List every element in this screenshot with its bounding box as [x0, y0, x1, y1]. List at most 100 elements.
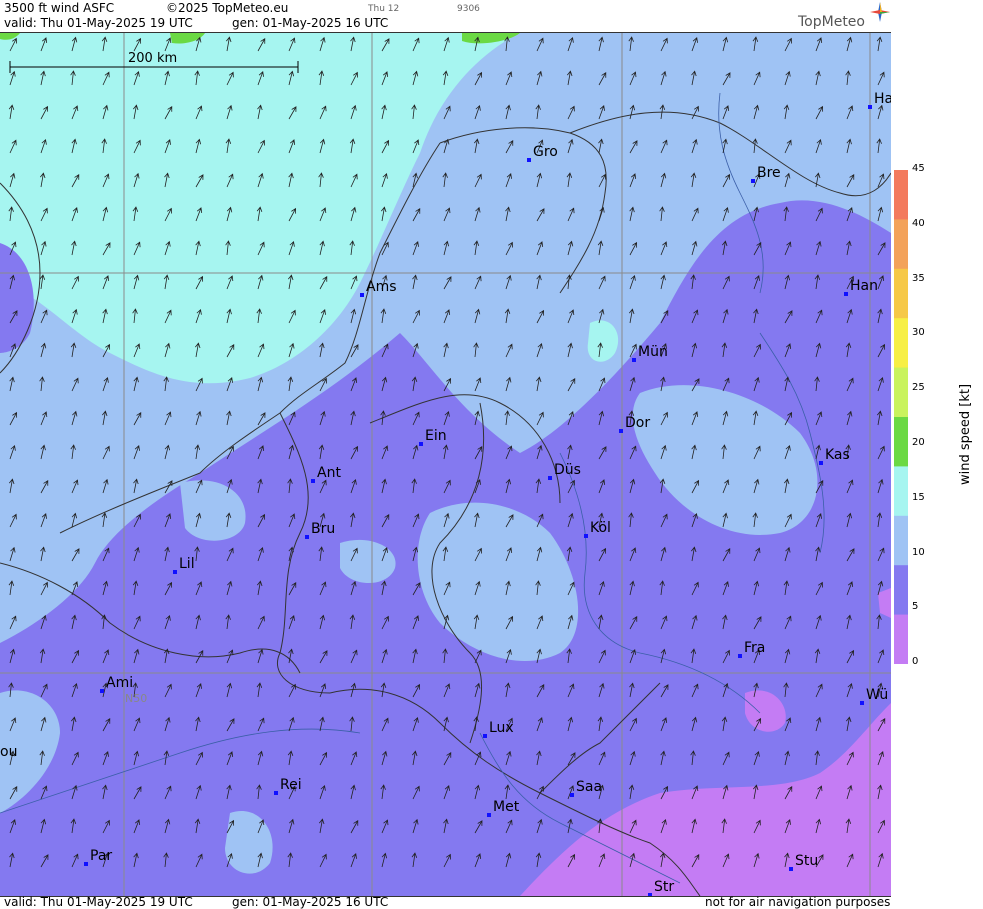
city-marker[interactable]: Stu — [789, 853, 818, 871]
city-dot — [789, 867, 793, 871]
legend-swatch — [894, 466, 908, 517]
city-marker[interactable]: Saa — [570, 779, 602, 797]
city-dot — [360, 293, 364, 297]
legend-tick-label: 20 — [912, 437, 925, 448]
city-marker[interactable]: Gro — [527, 144, 558, 162]
city-label: Düs — [554, 462, 581, 478]
city-marker[interactable]: Lux — [483, 720, 514, 738]
city-dot — [844, 292, 848, 296]
city-marker[interactable]: Lil — [173, 556, 195, 574]
city-marker[interactable]: Ams — [360, 279, 397, 297]
city-marker[interactable]: Mün — [632, 344, 668, 362]
city-label: Met — [493, 799, 520, 815]
city-dot — [419, 442, 423, 446]
compass-icon — [870, 2, 890, 22]
city-label: Fra — [744, 640, 766, 656]
legend-tick-label: 40 — [912, 217, 925, 229]
footer-generated-time: gen: 01-May-2025 16 UTC — [232, 895, 389, 909]
city-label: Kas — [825, 447, 850, 463]
city-label: Dor — [625, 415, 651, 431]
city-marker[interactable]: Düs — [548, 462, 581, 480]
city-label: Stu — [795, 853, 819, 869]
city-label: Wü — [866, 687, 889, 703]
city-dot — [311, 479, 315, 483]
city-dot — [173, 570, 177, 574]
footer-valid-time: valid: Thu 01-May-2025 19 UTC — [4, 895, 193, 909]
wind-map[interactable]: 200 km N50 Gro Bre Ha Ams Han Mün Dor Ei… — [0, 32, 891, 897]
city-marker[interactable]: Köl — [584, 520, 611, 538]
city-dot — [860, 701, 864, 705]
city-dot — [584, 534, 588, 538]
city-marker[interactable]: Han — [844, 278, 878, 296]
city-dot — [751, 179, 755, 183]
legend-swatch — [894, 219, 908, 270]
legend-tick-label: 5 — [912, 601, 919, 613]
city-dot — [648, 893, 652, 896]
city-label: Str — [654, 879, 675, 895]
city-marker[interactable]: Ant — [311, 465, 341, 483]
city-marker[interactable]: Kas — [819, 447, 850, 465]
city-marker[interactable]: Rei — [274, 777, 302, 795]
legend-swatch — [894, 417, 908, 467]
city-label: Par — [90, 848, 113, 864]
thu12-label: Thu 12 — [368, 4, 400, 14]
city-dot — [274, 791, 278, 795]
scale-label: 200 km — [128, 51, 178, 66]
legend-swatch — [894, 565, 908, 616]
city-dot — [305, 535, 309, 539]
generated-time: gen: 01-May-2025 16 UTC — [232, 16, 389, 30]
legend-swatch — [894, 614, 908, 664]
city-marker[interactable]: Bru — [305, 521, 335, 539]
city-label: Bre — [757, 165, 781, 181]
legend-tick-label: 0 — [912, 656, 919, 668]
wind-field-svg — [0, 33, 891, 896]
copyright: ©2025 TopMeteo.eu — [166, 1, 289, 15]
city-marker[interactable]: ou — [0, 744, 17, 760]
legend-tick-label: 10 — [912, 546, 925, 558]
footer-disclaimer: not for air navigation purposes — [705, 895, 891, 909]
city-marker[interactable]: Fra — [738, 640, 765, 658]
city-label: Bru — [311, 521, 336, 537]
logo-text: TopMeteo — [798, 14, 865, 30]
city-dot — [632, 358, 636, 362]
city-marker[interactable]: Ein — [419, 428, 447, 446]
valid-time: valid: Thu 01-May-2025 19 UTC — [4, 16, 193, 30]
city-dot — [548, 476, 552, 480]
city-marker[interactable]: Ami — [100, 675, 133, 693]
legend-tick-label: 45 — [912, 163, 925, 174]
topmeteo-logo: TopMeteo — [798, 2, 890, 30]
city-label: Ami — [106, 675, 134, 691]
code-label: 9306 — [457, 4, 480, 14]
legend-colorbar — [894, 170, 908, 664]
legend-swatch — [894, 268, 908, 319]
city-dot — [100, 689, 104, 693]
city-label: Ams — [366, 279, 397, 295]
city-dot — [619, 429, 623, 433]
legend-swatch — [894, 367, 908, 418]
city-dot — [84, 862, 88, 866]
latitude-label: N50 — [125, 692, 148, 705]
legend-swatch — [894, 515, 908, 566]
city-marker[interactable]: Wü — [860, 687, 888, 705]
city-marker[interactable]: Bre — [751, 165, 781, 183]
city-label: Lil — [179, 556, 195, 572]
city-marker[interactable]: Met — [487, 799, 519, 817]
city-marker[interactable]: Par — [84, 848, 112, 866]
city-dot — [483, 734, 487, 738]
city-label: Lux — [489, 720, 514, 736]
city-label: Gro — [533, 144, 558, 160]
city-dot — [868, 105, 872, 109]
city-dot — [570, 793, 574, 797]
legend-tick-label: 25 — [912, 382, 925, 394]
city-marker[interactable]: Ha — [868, 91, 891, 109]
city-label: ou — [0, 744, 18, 760]
city-dot — [819, 461, 823, 465]
city-marker[interactable]: Str — [648, 879, 675, 896]
city-label: Saa — [576, 779, 603, 795]
city-marker[interactable]: Dor — [619, 415, 650, 433]
city-label: Mün — [638, 344, 668, 360]
city-label: Köl — [590, 520, 611, 536]
legend-tick-label: 15 — [912, 491, 925, 503]
city-label: Rei — [280, 777, 302, 793]
legend-tick-label: 30 — [912, 327, 925, 339]
